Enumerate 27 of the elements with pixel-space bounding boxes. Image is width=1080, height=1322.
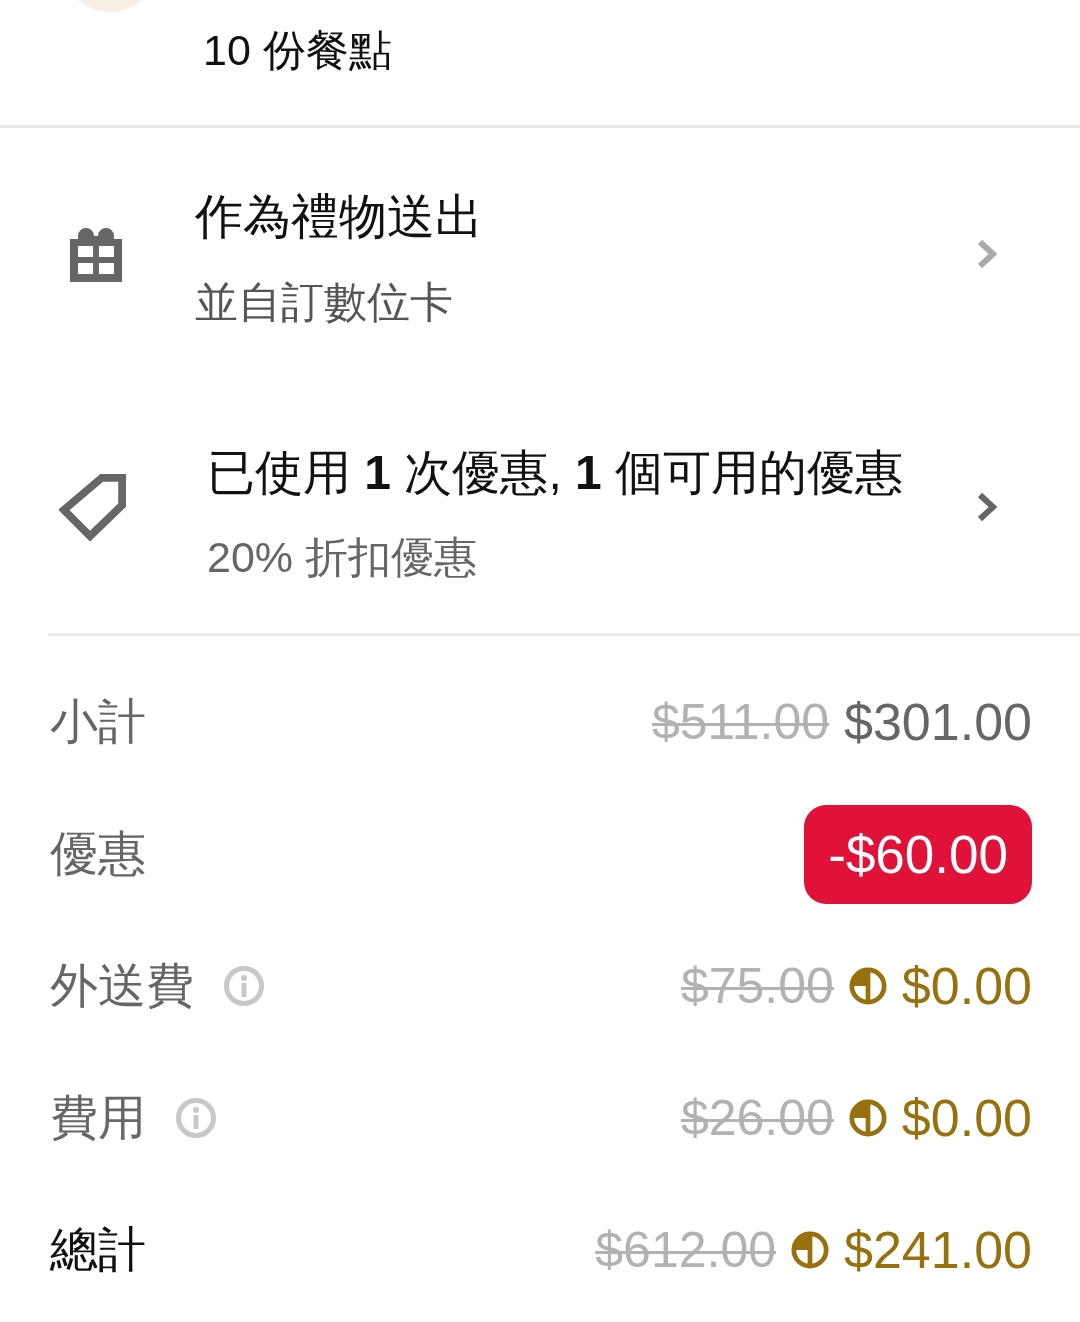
- original-price: $75.00: [680, 957, 834, 1016]
- original-price: $612.00: [595, 1221, 777, 1280]
- option-title: 作為禮物送出: [195, 188, 483, 245]
- discount-amount: -$60.00: [804, 804, 1032, 904]
- promo-option[interactable]: 已使用 1 次優惠, 1 個可用的優惠 20% 折扣優惠: [0, 380, 1080, 633]
- tag-icon: [59, 472, 127, 541]
- gift-icon: [70, 226, 122, 282]
- info-icon[interactable]: [224, 966, 264, 1006]
- price-label: 優惠: [50, 826, 146, 882]
- info-icon[interactable]: [176, 1098, 216, 1138]
- price-label: 小計: [50, 694, 146, 750]
- chevron-right-icon: [976, 239, 998, 269]
- original-price: $511.00: [652, 693, 830, 752]
- price: $0.00: [901, 956, 1032, 1017]
- option-title: 已使用 1 次優惠, 1 個可用的優惠: [207, 444, 904, 501]
- price: $0.00: [901, 1088, 1032, 1149]
- price: $241.00: [844, 1220, 1032, 1281]
- price: $301.00: [844, 692, 1032, 753]
- price-label: 總計: [50, 1222, 146, 1278]
- gift-option[interactable]: 作為禮物送出 並自訂數位卡: [0, 128, 1080, 380]
- option-subtitle: 並自訂數位卡: [195, 276, 453, 328]
- option-subtitle: 20% 折扣優惠: [207, 531, 477, 583]
- chevron-right-icon: [976, 491, 998, 522]
- item-count: 10 份餐點: [203, 25, 392, 76]
- price-label: 外送費: [50, 958, 194, 1014]
- price-label: 費用: [50, 1090, 146, 1146]
- original-price: $26.00: [680, 1089, 834, 1148]
